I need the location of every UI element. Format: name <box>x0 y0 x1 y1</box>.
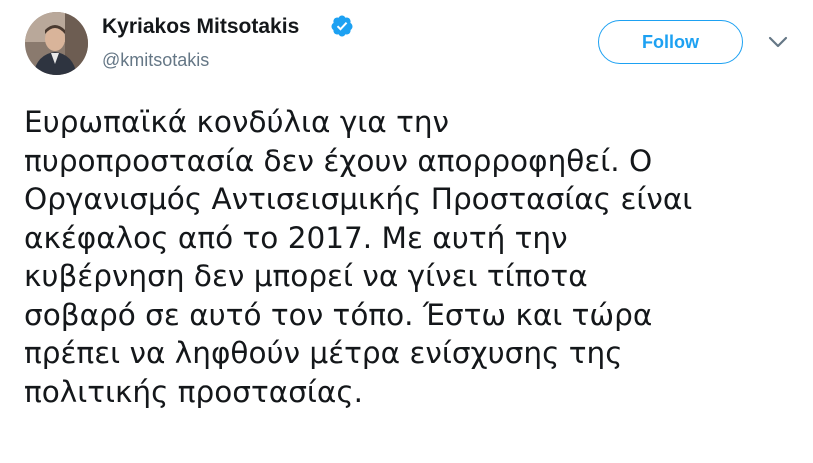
chevron-down-icon[interactable] <box>767 34 789 50</box>
tweet-text-line: ακέφαλος από το 2017. Με αυτή την <box>24 220 568 255</box>
profile-photo-icon <box>25 12 88 75</box>
author-name[interactable]: Kyriakos Mitsotakis <box>102 15 299 39</box>
tweet-text-line: πυροπροστασία δεν έχουν απορροφηθεί. Ο <box>24 143 653 178</box>
avatar[interactable] <box>25 12 88 75</box>
verified-badge-icon <box>331 15 353 37</box>
follow-button[interactable]: Follow <box>598 20 743 64</box>
tweet-text-line: πρέπει να ληφθούν μέτρα ενίσχυσης της <box>24 336 623 370</box>
author-handle[interactable]: @kmitsotakis <box>102 50 209 71</box>
tweet-card: Kyriakos Mitsotakis @kmitsotakis Follow … <box>0 0 813 463</box>
tweet-text-line: πολιτικής προστασίας. <box>24 374 364 409</box>
tweet-text-line: σοβαρό σε αυτό τον τόπο. Έστω και τώρα <box>24 297 653 332</box>
tweet-text-line: Οργανισμός Αντισεισμικής Προστασίας είνα… <box>24 182 693 216</box>
tweet-text-line: κυβέρνηση δεν μπορεί να γίνει τίποτα <box>24 259 588 293</box>
tweet-text-line: Ευρωπαϊκά κονδύλια για την <box>24 105 450 139</box>
tweet-text: Ευρωπαϊκά κονδύλια για την πυροπροστασία… <box>24 103 804 411</box>
